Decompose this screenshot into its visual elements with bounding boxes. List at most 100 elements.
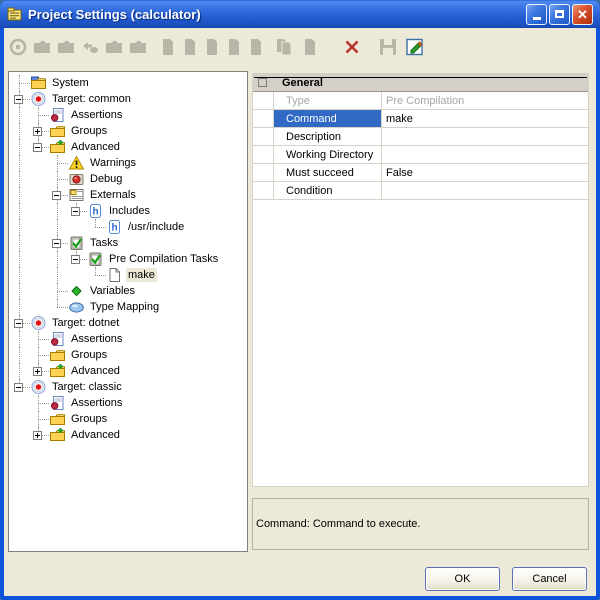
- new-group-icon: [56, 37, 76, 57]
- tree-item-assertions[interactable]: Assertions: [9, 107, 247, 123]
- tree-item-target-common[interactable]: Target: common: [9, 91, 247, 107]
- maximize-button[interactable]: [549, 4, 570, 25]
- tree-item-label: Target: common: [50, 92, 133, 106]
- tasks-icon: [68, 235, 85, 251]
- tree-item-system[interactable]: System: [9, 75, 247, 91]
- tree-item-groups[interactable]: Groups: [9, 123, 247, 139]
- property-grid[interactable]: General TypePre CompilationCommandmakeDe…: [252, 73, 589, 487]
- property-row-working-directory[interactable]: Working Directory: [253, 146, 588, 164]
- property-row-margin: [253, 92, 274, 109]
- tree-item-target-dotnet[interactable]: Target: dotnet: [9, 315, 247, 331]
- target-icon: [30, 91, 47, 107]
- edit-icon[interactable]: [406, 37, 426, 57]
- tree-item-label: make: [126, 268, 157, 282]
- type-mapping-icon: [68, 299, 85, 315]
- caption-buttons: ✕: [526, 4, 593, 25]
- property-row-condition[interactable]: Condition: [253, 182, 588, 200]
- property-name[interactable]: Type: [274, 92, 382, 109]
- property-value[interactable]: [382, 128, 588, 145]
- settings-tree[interactable]: SystemTarget: commonAssertionsGroupsAdva…: [8, 71, 248, 552]
- include-icon: h: [106, 219, 123, 235]
- collapse-group-icon[interactable]: [258, 78, 267, 87]
- folder-icon: [49, 123, 66, 139]
- property-group-header[interactable]: General: [253, 74, 588, 92]
- tree-item-advanced[interactable]: Advanced: [9, 139, 247, 155]
- tree-item-label: Assertions: [69, 108, 124, 122]
- collapse-icon[interactable]: [11, 379, 30, 395]
- titlebar[interactable]: Project Settings (calculator) ✕: [0, 0, 600, 28]
- property-value[interactable]: [382, 146, 588, 163]
- assertions-icon: [49, 107, 66, 123]
- dialog-client-area: SystemTarget: commonAssertionsGroupsAdva…: [4, 28, 596, 596]
- property-value[interactable]: make: [382, 110, 588, 127]
- tree-item-warnings[interactable]: Warnings: [9, 155, 247, 171]
- tree-connector: [87, 267, 106, 283]
- collapse-icon[interactable]: [11, 315, 30, 331]
- tree-item-variables[interactable]: Variables: [9, 283, 247, 299]
- new-mapping-icon: [224, 37, 244, 57]
- tree-item-pre-compilation-tasks[interactable]: Pre Compilation Tasks: [9, 251, 247, 267]
- close-button[interactable]: ✕: [572, 4, 593, 25]
- delete-icon[interactable]: [342, 37, 362, 57]
- move-item-icon: [80, 37, 100, 57]
- collapse-icon[interactable]: [30, 139, 49, 155]
- ok-button[interactable]: OK: [425, 567, 500, 591]
- tree-item-advanced[interactable]: Advanced: [9, 363, 247, 379]
- collapse-icon[interactable]: [68, 203, 87, 219]
- minimize-button[interactable]: [526, 4, 547, 25]
- collapse-icon[interactable]: [68, 251, 87, 267]
- property-value[interactable]: Pre Compilation: [382, 92, 588, 109]
- property-rows: TypePre CompilationCommandmakeDescriptio…: [253, 92, 588, 200]
- property-name[interactable]: Description: [274, 128, 382, 145]
- property-help-text: Command: Command to execute.: [256, 518, 420, 530]
- property-row-command[interactable]: Commandmake: [253, 110, 588, 128]
- tree-item-target-classic[interactable]: Target: classic: [9, 379, 247, 395]
- new-target-icon: [8, 37, 28, 57]
- collapse-icon[interactable]: [11, 91, 30, 107]
- property-row-must-succeed[interactable]: Must succeedFalse: [253, 164, 588, 182]
- tree-item--usr-include[interactable]: h/usr/include: [9, 219, 247, 235]
- include-icon: h: [87, 203, 104, 219]
- property-value[interactable]: [382, 182, 588, 199]
- target-icon: [30, 379, 47, 395]
- tree-item-debug[interactable]: Debug: [9, 171, 247, 187]
- tree-connector: [30, 395, 49, 411]
- tree-item-assertions[interactable]: Assertions: [9, 395, 247, 411]
- property-name[interactable]: Command: [274, 110, 382, 127]
- tree-item-includes[interactable]: hIncludes: [9, 203, 247, 219]
- tree-item-label: Assertions: [69, 396, 124, 410]
- property-name[interactable]: Working Directory: [274, 146, 382, 163]
- tree-item-make[interactable]: make: [9, 267, 247, 283]
- tree-item-groups[interactable]: Groups: [9, 347, 247, 363]
- tree-item-label: Target: classic: [50, 380, 124, 394]
- tree-item-tasks[interactable]: Tasks: [9, 235, 247, 251]
- tree-item-groups[interactable]: Groups: [9, 411, 247, 427]
- property-value[interactable]: False: [382, 164, 588, 181]
- tree-item-label: Advanced: [69, 364, 122, 378]
- tree-item-advanced[interactable]: Advanced: [9, 427, 247, 443]
- tree-item-type-mapping[interactable]: Type Mapping: [9, 299, 247, 315]
- tasks-icon: [87, 251, 104, 267]
- tree-item-label: Variables: [88, 284, 137, 298]
- expand-icon[interactable]: [30, 427, 49, 443]
- new-external-icon: [128, 37, 148, 57]
- save-icon: [378, 37, 398, 57]
- tree-item-label: /usr/include: [126, 220, 186, 234]
- new-assertion-icon: [32, 37, 52, 57]
- tree-item-assertions[interactable]: Assertions: [9, 331, 247, 347]
- expand-icon[interactable]: [30, 363, 49, 379]
- advanced-icon: [49, 427, 66, 443]
- tree-connector: [49, 155, 68, 171]
- property-name[interactable]: Must succeed: [274, 164, 382, 181]
- folder-icon: [49, 347, 66, 363]
- tree-item-externals[interactable]: Externals: [9, 187, 247, 203]
- expand-icon[interactable]: [30, 123, 49, 139]
- property-name[interactable]: Condition: [274, 182, 382, 199]
- collapse-icon[interactable]: [49, 235, 68, 251]
- cancel-button[interactable]: Cancel: [512, 567, 587, 591]
- collapse-icon[interactable]: [49, 187, 68, 203]
- advanced-icon: [49, 139, 66, 155]
- system-icon: [30, 75, 47, 91]
- property-row-type: TypePre Compilation: [253, 92, 588, 110]
- property-row-description[interactable]: Description: [253, 128, 588, 146]
